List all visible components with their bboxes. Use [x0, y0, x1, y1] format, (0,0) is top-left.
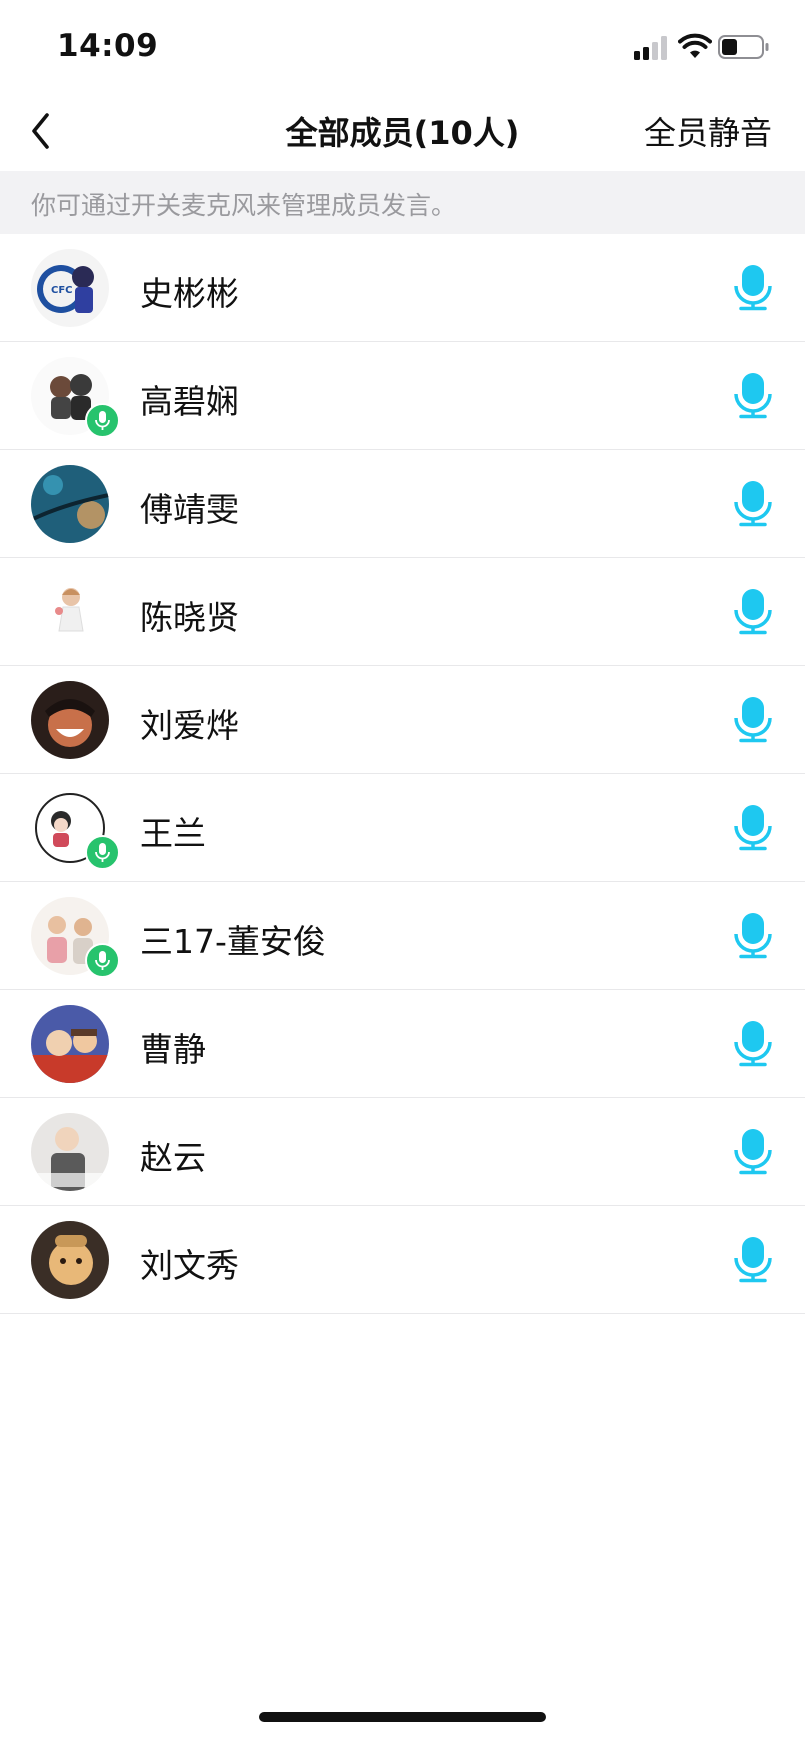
avatar[interactable] [31, 573, 109, 651]
avatar[interactable] [31, 465, 109, 543]
chevron-left-icon [32, 113, 49, 149]
microphone-icon [734, 1129, 772, 1175]
mic-toggle-button[interactable] [733, 263, 773, 311]
member-row[interactable]: 曹静 [0, 990, 805, 1098]
microphone-icon [734, 589, 772, 635]
microphone-icon [734, 697, 772, 743]
microphone-icon [734, 805, 772, 851]
cellular-signal-icon [634, 36, 670, 60]
battery-icon [718, 35, 769, 59]
member-name: 高碧娴 [140, 382, 239, 421]
member-row[interactable]: 高碧娴 [0, 342, 805, 450]
status-time: 14:09 [57, 28, 159, 64]
avatar[interactable] [31, 1005, 109, 1083]
member-name: 三17-董安俊 [140, 922, 326, 961]
mic-toggle-button[interactable] [733, 1019, 773, 1067]
avatar[interactable]: CFC [31, 249, 109, 327]
microphone-icon [734, 373, 772, 419]
member-row[interactable]: 刘文秀 [0, 1206, 805, 1314]
member-name: 陈晓贤 [140, 598, 239, 637]
mic-toggle-button[interactable] [733, 695, 773, 743]
microphone-icon [734, 1237, 772, 1283]
member-name: 刘文秀 [140, 1246, 239, 1285]
mic-toggle-button[interactable] [733, 587, 773, 635]
mute-all-button[interactable]: 全员静音 [644, 108, 772, 154]
microphone-icon [95, 951, 110, 970]
microphone-icon [95, 843, 110, 862]
speaking-badge [85, 835, 120, 870]
avatar[interactable] [31, 1221, 109, 1299]
member-row[interactable]: 三17-董安俊 [0, 882, 805, 990]
member-row[interactable]: 陈晓贤 [0, 558, 805, 666]
back-button[interactable] [22, 106, 62, 156]
member-row[interactable]: 刘爱烨 [0, 666, 805, 774]
hint-text: 你可通过开关麦克风来管理成员发言。 [31, 191, 457, 220]
member-list: CFC 史彬彬 高碧娴 傅靖雯 陈晓贤 刘爱烨 王兰 三17-董安俊 曹静 赵云… [0, 234, 805, 1314]
member-name: 史彬彬 [140, 274, 239, 313]
wifi-icon [678, 33, 712, 58]
mic-toggle-button[interactable] [733, 803, 773, 851]
mic-toggle-button[interactable] [733, 1235, 773, 1283]
member-name: 王兰 [140, 814, 206, 853]
mic-toggle-button[interactable] [733, 1127, 773, 1175]
member-name: 傅靖雯 [140, 490, 239, 529]
microphone-icon [734, 481, 772, 527]
speaking-badge [85, 403, 120, 438]
svg-text:CFC: CFC [51, 285, 73, 296]
mic-toggle-button[interactable] [733, 371, 773, 419]
mic-toggle-button[interactable] [733, 911, 773, 959]
speaking-badge [85, 943, 120, 978]
status-bar: 14:09 [0, 0, 805, 96]
mic-toggle-button[interactable] [733, 479, 773, 527]
microphone-icon [734, 1021, 772, 1067]
home-indicator [259, 1712, 546, 1722]
avatar[interactable] [31, 681, 109, 759]
member-row[interactable]: 王兰 [0, 774, 805, 882]
hint-bar: 你可通过开关麦克风来管理成员发言。 [0, 171, 805, 234]
member-name: 曹静 [140, 1030, 206, 1069]
member-row[interactable]: CFC 史彬彬 [0, 234, 805, 342]
member-row[interactable]: 傅靖雯 [0, 450, 805, 558]
microphone-icon [95, 411, 110, 430]
avatar[interactable] [31, 1113, 109, 1191]
microphone-icon [734, 265, 772, 311]
nav-bar: 全部成员(10人) 全员静音 [0, 96, 805, 170]
microphone-icon [734, 913, 772, 959]
member-name: 赵云 [140, 1138, 206, 1177]
member-name: 刘爱烨 [140, 706, 239, 745]
member-row[interactable]: 赵云 [0, 1098, 805, 1206]
